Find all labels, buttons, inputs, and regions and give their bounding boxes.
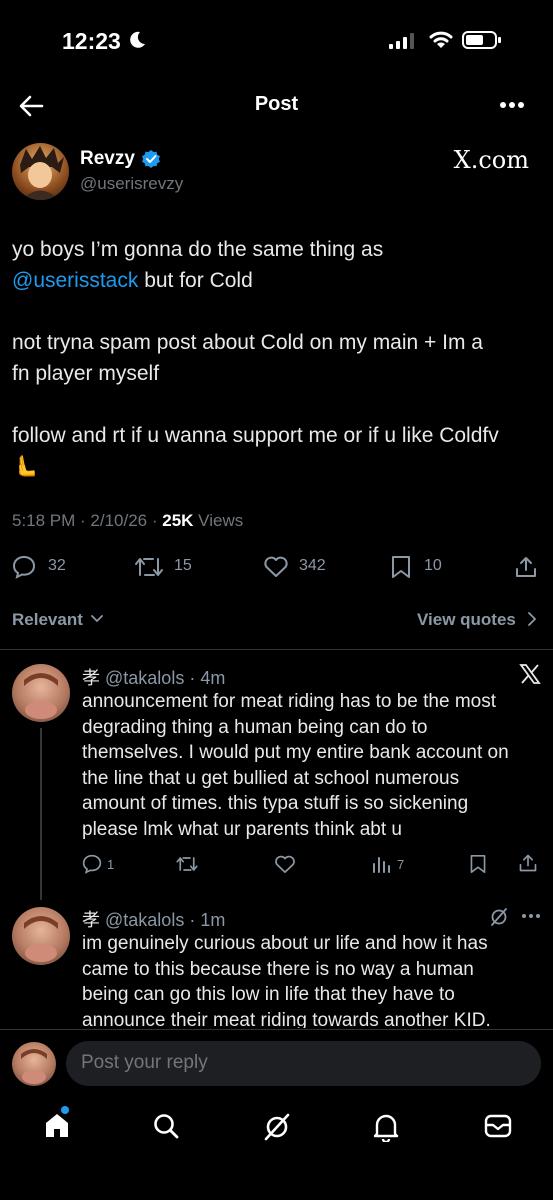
reply-input[interactable]: Post your reply [66,1041,541,1086]
repost-icon[interactable] [134,555,164,579]
reply-line: announce their meat riding towards anoth… [82,1009,491,1030]
post-date[interactable]: 2/10/26 [90,511,147,530]
share-icon[interactable] [518,853,538,873]
bell-icon[interactable] [372,1112,400,1142]
emoji: 🫷 [12,455,39,478]
reply-line: please lmk what ur parents think abt u [82,818,403,840]
grok-icon[interactable] [262,1112,292,1142]
reply-author-name[interactable]: 孝 [82,668,100,689]
reply-author-handle[interactable]: @takalols [105,668,184,688]
more-options-icon[interactable] [521,913,541,919]
view-quotes-label: View quotes [417,610,516,629]
reply-author-handle[interactable]: @takalols [105,910,184,930]
bookmark-icon[interactable] [390,555,412,579]
reply-line: degrading thing a human being can do to [82,716,428,738]
more-options-icon[interactable] [499,101,525,109]
search-icon[interactable] [152,1112,180,1140]
bookmark-count: 10 [424,557,442,574]
wifi-icon [429,31,453,48]
mention-link[interactable]: @userisstack [12,269,138,292]
reply-line: im genuinely curious about ur life and h… [82,933,488,954]
post-text: yo boys I’m gonna do the same thing as [12,238,384,261]
reply-icon[interactable] [82,854,102,874]
reply-line: the line that u get bullied at school nu… [82,767,460,789]
post-text: follow and rt if u wanna support me or i… [12,424,499,447]
reply-header: 孝 @takalols · 4m [82,668,226,689]
home-icon[interactable] [43,1111,71,1139]
reply-avatar[interactable] [12,664,70,722]
moon-icon [130,31,145,48]
verified-badge-icon [142,150,160,168]
post-time[interactable]: 5:18 PM [12,511,75,530]
page-title: Post [254,93,299,115]
messages-icon[interactable] [483,1112,513,1140]
author-handle[interactable]: @userisrevzy [80,174,183,194]
like-icon[interactable] [263,556,289,578]
my-avatar[interactable] [12,1042,56,1086]
reply-input-placeholder: Post your reply [81,1052,208,1073]
author-name[interactable]: Revzy [80,148,135,170]
like-count: 342 [299,557,326,574]
views-icon[interactable] [372,855,392,873]
reply-icon[interactable] [12,555,36,579]
reply-line: being can go this low in life that they … [82,984,455,1005]
thread-line [40,728,42,900]
reply-avatar[interactable] [12,907,70,965]
source-label: X.com [453,146,529,174]
reply-author-name[interactable]: 孝 [82,910,100,931]
reply-header: 孝 @takalols · 1m [82,910,226,931]
repost-icon[interactable] [175,855,199,873]
view-quotes-link[interactable]: View quotes [417,610,516,630]
sort-relevant-button[interactable]: Relevant [12,610,83,630]
x-logo-icon [519,664,541,684]
reply-line: themselves. I would put my entire bank a… [82,742,509,763]
reply-line: amount of times. this typa stuff is so s… [82,793,469,814]
reply-time: 4m [200,668,226,688]
post-text: but for Cold [138,269,253,292]
like-icon[interactable] [274,855,296,874]
chevron-down-icon[interactable] [90,613,104,625]
reply-views: 7 [397,857,405,872]
repost-count: 15 [174,557,192,574]
post-text: not tryna spam post about Cold on my mai… [12,331,483,354]
view-count: 25K [162,511,194,530]
bookmark-icon[interactable] [469,854,487,874]
post-text: fn player myself [12,362,160,385]
signal-icon [389,33,414,49]
share-icon[interactable] [514,555,538,579]
reply-count: 1 [107,857,115,872]
status-time: 12:23 [62,28,121,54]
divider [0,1029,553,1030]
grok-icon[interactable] [489,907,509,927]
post-body: yo boys I’m gonna do the same thing as @… [12,234,542,482]
sort-label: Relevant [12,610,83,629]
reply-line: came to this because there is no way a h… [82,958,474,980]
author-avatar[interactable] [12,143,69,200]
post-meta: 5:18 PM · 2/10/26 · 25K Views [12,511,244,530]
reply-line: announcement for meat riding has to be t… [82,691,497,712]
chevron-right-icon[interactable] [526,611,538,627]
battery-icon [462,31,501,49]
notification-dot [61,1106,69,1114]
divider [0,649,553,650]
reply-text: im genuinely curious about ur life and h… [82,931,542,1029]
views-label: Views [193,511,244,530]
reply-count: 32 [48,557,66,574]
reply-text: announcement for meat riding has to be t… [82,689,542,842]
reply-time: 1m [200,910,226,930]
